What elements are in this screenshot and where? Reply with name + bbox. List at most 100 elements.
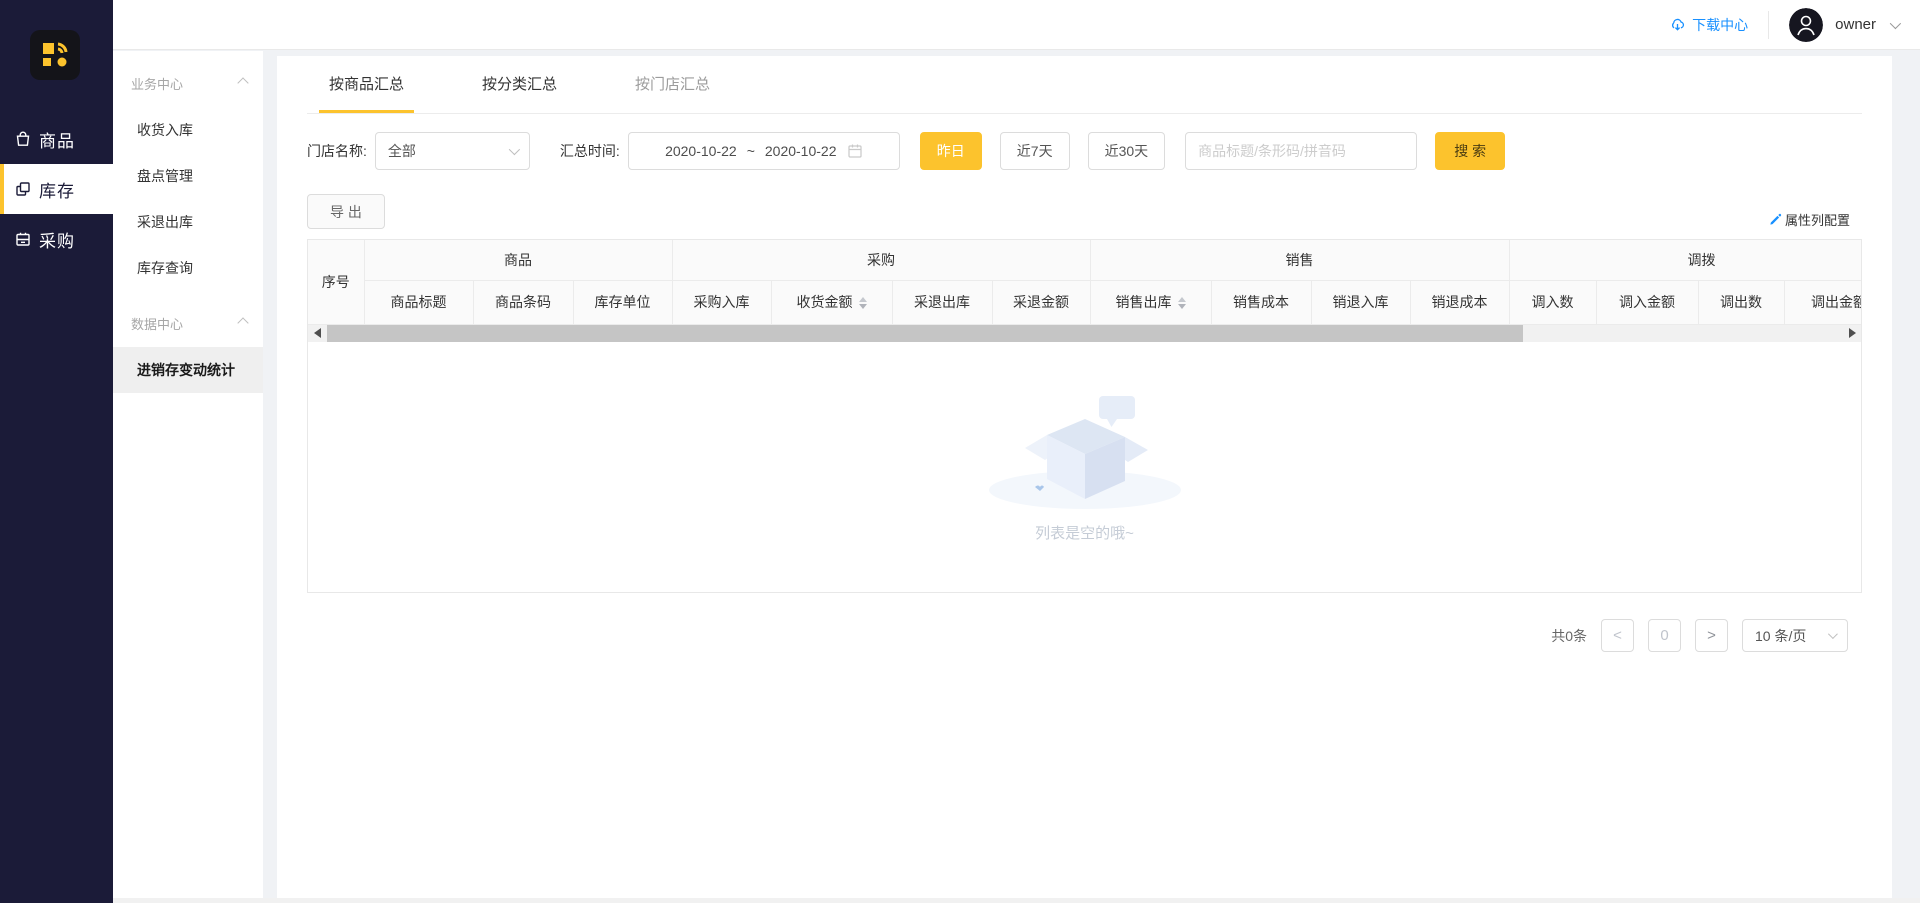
summary-table: 序号 商品 采购 销售 调拨 商品标题 商品条码 库存单位 采购入库 收货金额 采退出库 采退金额 销售…: [308, 240, 1862, 325]
register-icon: [14, 230, 32, 248]
user-menu-chevron-down-icon[interactable]: [1889, 17, 1902, 29]
page-size-select[interactable]: 10 条/页: [1742, 619, 1848, 652]
username: owner: [1835, 16, 1876, 33]
col-header: 调出数: [1698, 280, 1785, 325]
col-header: 库存单位: [573, 280, 673, 325]
prev-page-button[interactable]: <: [1601, 619, 1634, 652]
col-header-index: 序号: [308, 240, 365, 325]
current-page[interactable]: 0: [1648, 619, 1681, 652]
sidebar-item-goods[interactable]: 商品: [0, 114, 113, 164]
scroll-right-arrow[interactable]: [1843, 325, 1861, 342]
submenu-section-label: 数据中心: [131, 316, 184, 332]
chevron-down-icon: [1827, 629, 1838, 640]
table-container: 序号 商品 采购 销售 调拨 商品标题 商品条码 库存单位 采购入库 收货金额 采退出库 采退金额 销售…: [307, 239, 1862, 593]
col-header-label: 调入金额: [1619, 294, 1676, 310]
col-header-label: 商品条码: [495, 294, 551, 310]
scrollbar-thumb[interactable]: [327, 324, 1523, 342]
col-header-label: 库存单位: [594, 294, 651, 310]
sort-icon[interactable]: [858, 297, 867, 310]
date-range-picker[interactable]: 2020-10-22 ~ 2020-10-22: [627, 132, 900, 170]
sidebar-item-label: 商品: [39, 131, 75, 151]
submenu-sidebar: 业务中心收货入库 盘点管理 采退出库 库存查询数据中心进销存变动统计: [113, 51, 263, 903]
pencil-icon: [1770, 213, 1782, 225]
submenu-item-0-2[interactable]: 采退出库: [113, 199, 263, 245]
col-header: 调入数: [1509, 280, 1597, 325]
sidebar-item-label: 采购: [39, 231, 75, 251]
content-panel: 按商品汇总 按分类汇总 按门店汇总 门店名称: 全部 汇总时间: 2020-10-2…: [277, 56, 1892, 903]
quick-button-last30days[interactable]: 近30天: [1087, 132, 1166, 170]
store-select[interactable]: 全部: [374, 132, 530, 170]
col-header-label: 调出数: [1720, 294, 1763, 310]
col-header: 调出金额: [1784, 280, 1862, 325]
boxes-icon: [14, 180, 32, 198]
sidebar-menu: 商品 库存 采购: [0, 114, 113, 264]
col-header: 商品标题: [364, 280, 474, 325]
col-header: 销售成本: [1211, 280, 1312, 325]
pagination: 共0条 < 0 > 10 条/页: [307, 619, 1862, 652]
avatar[interactable]: [1789, 7, 1824, 42]
quick-date-buttons: 昨日 近7天 近30天: [900, 132, 1166, 170]
col-group-header: 销售: [1090, 240, 1510, 281]
tab-1[interactable]: 按分类汇总: [472, 56, 567, 113]
col-header-label: 采购入库: [693, 294, 750, 310]
filter-bar: 门店名称: 全部 汇总时间: 2020-10-22 ~ 2020-10-22 昨…: [307, 132, 1862, 170]
col-header-label: 采退金额: [1013, 294, 1070, 310]
horizontal-scrollbar: [308, 324, 1861, 342]
date-separator: ~: [746, 143, 755, 159]
cloud-download-icon: [1669, 16, 1686, 33]
submenu-section-title-0[interactable]: 业务中心: [113, 59, 263, 107]
col-header: 销退入库: [1311, 280, 1411, 325]
search-input[interactable]: [1185, 132, 1418, 170]
search-button[interactable]: 搜 索: [1435, 132, 1506, 170]
submenu-item-0-0[interactable]: 收货入库: [113, 107, 263, 153]
summary-time-label: 汇总时间:: [559, 143, 620, 159]
scroll-left-arrow[interactable]: [308, 325, 326, 342]
submenu-item-0-1[interactable]: 盘点管理: [113, 153, 263, 199]
col-header: 采退出库: [892, 280, 993, 325]
col-header-label: 调出金额: [1811, 294, 1862, 310]
empty-state: 列表是空的哦~: [308, 342, 1861, 593]
app-logo[interactable]: [30, 30, 80, 80]
quick-button-last7days[interactable]: 近7天: [999, 132, 1070, 170]
sort-icon[interactable]: [1177, 297, 1186, 310]
col-header: 销退成本: [1410, 280, 1510, 325]
store-name-label: 门店名称:: [307, 143, 367, 159]
submenu-section-label: 业务中心: [131, 76, 184, 92]
col-header-label: 销退成本: [1431, 294, 1488, 310]
next-page-button[interactable]: >: [1695, 619, 1728, 652]
chevron-down-icon: [508, 143, 520, 156]
col-header[interactable]: 销售出库: [1090, 280, 1212, 325]
download-center-link[interactable]: 下载中心: [1669, 15, 1748, 35]
column-config-label: 属性列配置: [1784, 213, 1850, 228]
header-divider: [1768, 10, 1770, 39]
col-header-label: 采退出库: [914, 294, 971, 310]
col-header-label: 收货金额: [796, 294, 853, 310]
tab-2[interactable]: 按门店汇总: [625, 56, 720, 113]
top-header: 下载中心 owner: [113, 0, 1920, 50]
calendar-icon: [847, 143, 863, 159]
col-header[interactable]: 收货金额: [771, 280, 893, 325]
sidebar-item-label: 库存: [39, 181, 75, 201]
submenu-section-title-1[interactable]: 数据中心: [113, 299, 263, 347]
bag-icon: [14, 130, 32, 148]
empty-state-text: 列表是空的哦~: [1035, 525, 1134, 542]
col-header: 调入金额: [1596, 280, 1699, 325]
export-button[interactable]: 导 出: [307, 194, 385, 229]
col-header: 商品条码: [473, 280, 574, 325]
chevron-up-icon: [237, 317, 249, 329]
submenu-item-1-0[interactable]: 进销存变动统计: [113, 347, 263, 393]
date-to-value[interactable]: 2020-10-22: [765, 143, 837, 159]
logo-icon: [37, 36, 73, 75]
empty-box-illustration: [985, 391, 1185, 516]
page-horizontal-scrollbar[interactable]: [113, 898, 1920, 903]
sidebar-item-purchase[interactable]: 采购: [0, 214, 113, 264]
col-group-header: 采购: [672, 240, 1091, 281]
col-header-label: 销退入库: [1332, 294, 1389, 310]
date-from-value[interactable]: 2020-10-22: [665, 143, 737, 159]
main-sidebar: 商品 库存 采购: [0, 0, 113, 903]
quick-button-yesterday[interactable]: 昨日: [919, 132, 982, 170]
sidebar-item-inventory[interactable]: 库存: [0, 164, 113, 214]
submenu-item-0-3[interactable]: 库存查询: [113, 245, 263, 291]
column-config-link[interactable]: 属性列配置: [1769, 210, 1850, 229]
tab-0[interactable]: 按商品汇总: [319, 56, 415, 113]
